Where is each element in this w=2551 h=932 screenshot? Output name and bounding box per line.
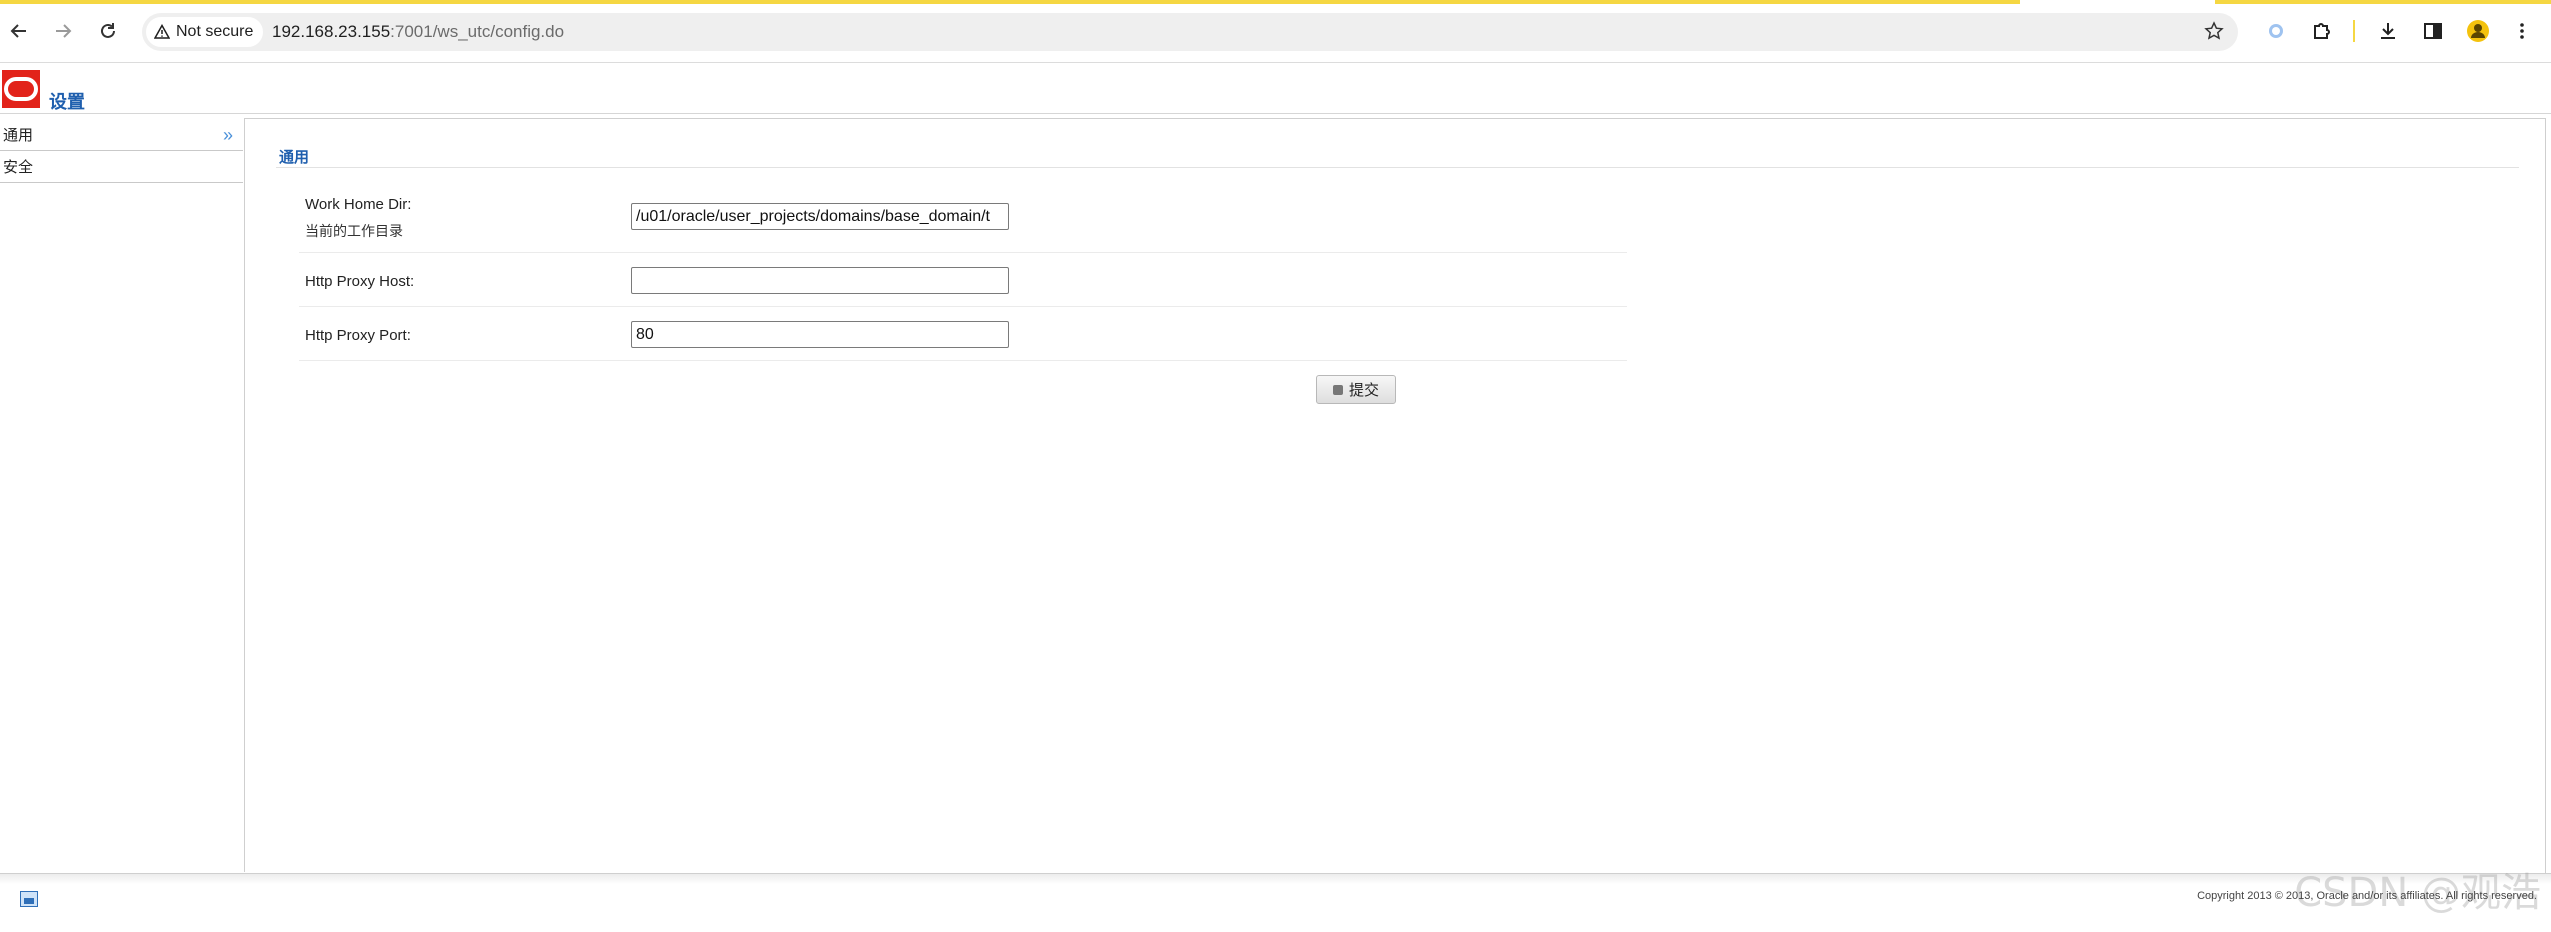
- footer-shade: [0, 874, 2551, 884]
- address-bar[interactable]: Not secure 192.168.23.155:7001/ws_utc/co…: [142, 13, 2238, 51]
- oracle-logo: [2, 70, 40, 108]
- copyright-text: Copyright 2013 © 2013, Oracle and/or its…: [2197, 890, 2537, 902]
- security-label: Not secure: [176, 23, 254, 40]
- loading-bar-right: [2215, 0, 2551, 4]
- section-title: 通用: [279, 149, 310, 166]
- row-divider: [299, 252, 1627, 253]
- double-chevron-right-icon: »: [222, 125, 233, 145]
- sidepanel-icon[interactable]: [2419, 17, 2447, 45]
- loading-bar: [0, 0, 2020, 4]
- toolbar-separator: [2353, 20, 2355, 42]
- puzzle-icon[interactable]: [2308, 17, 2336, 45]
- sidebar-item-general[interactable]: 通用 »: [0, 120, 243, 151]
- extension-icon[interactable]: [2262, 17, 2290, 45]
- work-home-dir-label: Work Home Dir:: [305, 196, 412, 213]
- row-divider: [299, 306, 1627, 307]
- header-divider: [0, 113, 2551, 114]
- save-icon: [1332, 384, 1343, 395]
- submit-button[interactable]: 提交: [1316, 375, 1396, 404]
- work-home-dir-sublabel: 当前的工作目录: [305, 223, 403, 239]
- sidebar-item-label: 安全: [3, 159, 34, 176]
- window-icon[interactable]: [20, 891, 38, 907]
- section-divider: [276, 167, 2519, 168]
- profile-icon[interactable]: [2464, 17, 2492, 45]
- browser-toolbar: Not secure 192.168.23.155:7001/ws_utc/co…: [0, 0, 2551, 63]
- menu-icon[interactable]: [2508, 17, 2536, 45]
- http-proxy-host-label: Http Proxy Host:: [305, 273, 415, 290]
- http-proxy-port-label: Http Proxy Port:: [305, 327, 411, 344]
- sidebar-item-security[interactable]: 安全: [0, 152, 243, 183]
- url-host: 192.168.23.155: [272, 22, 391, 41]
- main-panel: [245, 118, 2546, 873]
- download-icon[interactable]: [2374, 17, 2402, 45]
- sidebar-item-label: 通用: [3, 127, 34, 144]
- reload-icon[interactable]: [93, 16, 123, 46]
- back-icon[interactable]: [4, 16, 34, 46]
- warning-icon: [154, 24, 170, 39]
- http-proxy-port-input[interactable]: [631, 321, 1009, 348]
- sidebar: 通用 » 安全: [0, 120, 243, 872]
- url-text[interactable]: 192.168.23.155:7001/ws_utc/config.do: [272, 13, 564, 51]
- forward-icon[interactable]: [48, 16, 78, 46]
- http-proxy-host-input[interactable]: [631, 267, 1009, 294]
- row-divider: [299, 360, 1627, 361]
- watermark: CSDN @观浩: [2294, 870, 2541, 916]
- security-chip[interactable]: Not secure: [146, 17, 264, 47]
- work-home-dir-input[interactable]: [631, 203, 1009, 230]
- submit-label: 提交: [1348, 382, 1379, 399]
- url-path: :7001/ws_utc/config.do: [390, 22, 565, 41]
- page-title: 设置: [49, 92, 85, 112]
- star-icon[interactable]: [2204, 21, 2224, 46]
